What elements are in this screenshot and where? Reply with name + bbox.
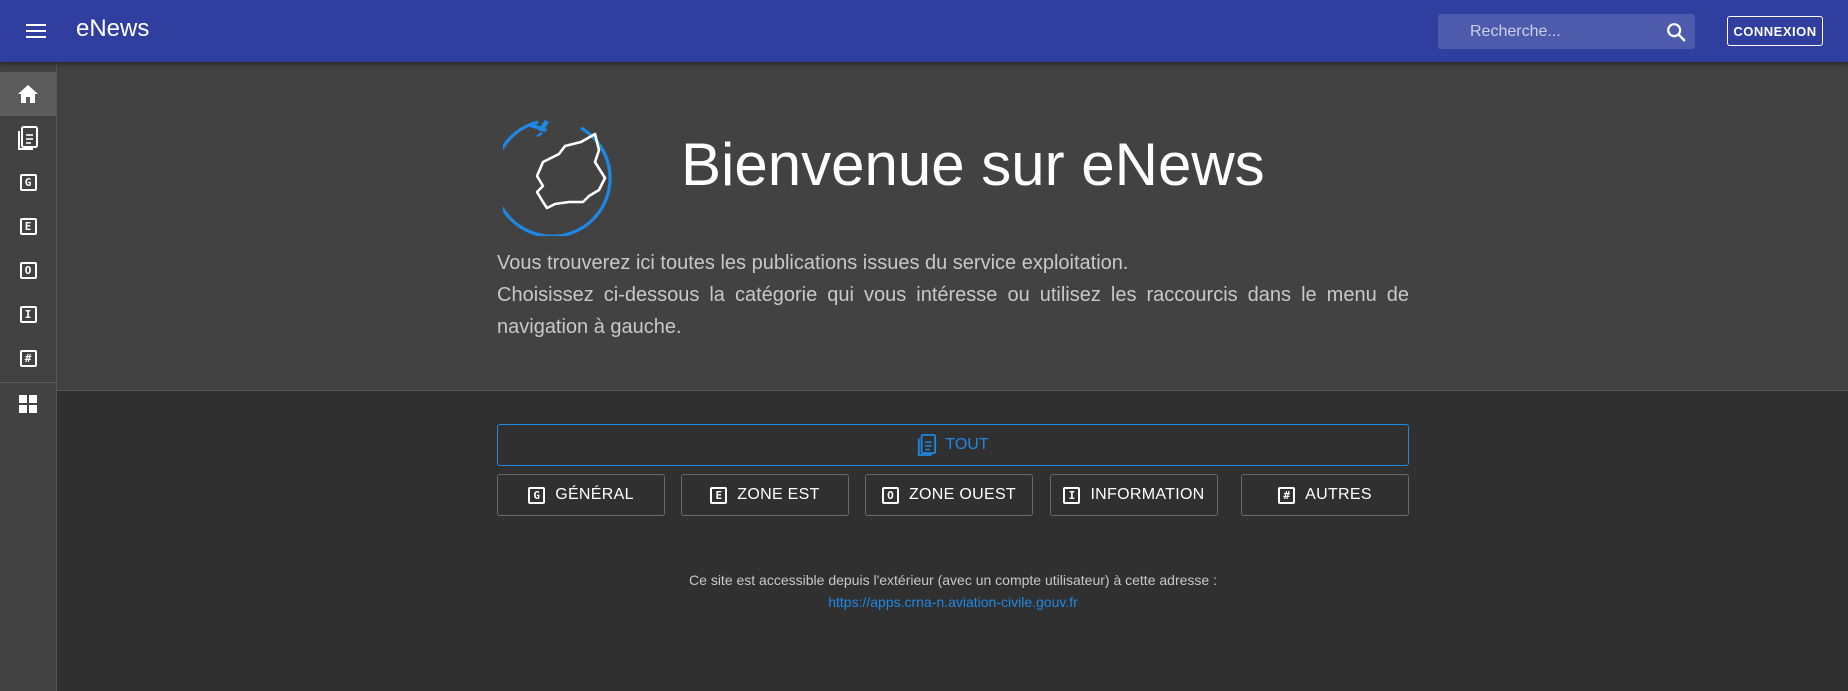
letter-o-icon: O — [881, 486, 899, 504]
menu-button[interactable] — [18, 14, 54, 48]
external-access-link[interactable]: https://apps.crna-n.aviation-civile.gouv… — [497, 594, 1409, 610]
intro-text: Vous trouverez ici toutes les publicatio… — [497, 247, 1409, 343]
hash-icon: # — [19, 349, 37, 367]
sidebar-item-dashboard[interactable] — [0, 382, 56, 426]
category-button-zone-ouest[interactable]: O ZONE OUEST — [865, 474, 1033, 516]
category-label: INFORMATION — [1090, 486, 1205, 503]
all-category-button[interactable]: TOUT — [497, 424, 1409, 466]
enews-logo-icon — [503, 120, 612, 236]
letter-i-icon: I — [1063, 486, 1081, 504]
sidebar-item-home[interactable] — [0, 72, 56, 116]
category-button-autres[interactable]: # AUTRES — [1241, 474, 1409, 516]
sidebar-item-zone-ouest[interactable]: O — [0, 248, 56, 292]
category-button-general[interactable]: G GÉNÉRAL — [497, 474, 665, 516]
sidebar-item-general[interactable]: G — [0, 160, 56, 204]
all-category-label: TOUT — [945, 436, 989, 453]
login-button[interactable]: CONNEXION — [1727, 16, 1823, 46]
sidebar-item-zone-est[interactable]: E — [0, 204, 56, 248]
letter-g-icon: G — [528, 486, 546, 504]
category-button-zone-est[interactable]: E ZONE EST — [681, 474, 849, 516]
search-icon[interactable] — [1665, 21, 1687, 43]
category-label: AUTRES — [1305, 486, 1372, 503]
category-label: ZONE OUEST — [908, 486, 1016, 503]
dashboard-icon — [19, 395, 37, 413]
external-access-text: Ce site est accessible depuis l'extérieu… — [689, 572, 1217, 588]
category-label: ZONE EST — [737, 486, 820, 503]
letter-e-icon: E — [710, 486, 728, 504]
intro-line-1: Vous trouverez ici toutes les publicatio… — [497, 252, 1129, 274]
letter-g-icon: G — [19, 173, 37, 191]
hamburger-menu-icon — [26, 24, 46, 38]
top-app-bar: eNews CONNEXION — [0, 0, 1848, 62]
category-button-information[interactable]: I INFORMATION — [1050, 474, 1218, 516]
letter-o-icon: O — [19, 261, 37, 279]
documents-icon — [18, 126, 38, 150]
app-title[interactable]: eNews — [76, 15, 149, 43]
sidebar-item-autres[interactable]: # — [0, 336, 56, 380]
sidebar-item-all[interactable] — [0, 116, 56, 160]
sidebar-item-information[interactable]: I — [0, 292, 56, 336]
home-icon — [18, 85, 38, 103]
sidebar-nav: G E O I # — [0, 62, 57, 691]
letter-i-icon: I — [19, 305, 37, 323]
category-label: GÉNÉRAL — [555, 486, 634, 503]
intro-line-2: Choisissez ci-dessous la catégorie qui v… — [497, 284, 1409, 338]
letter-e-icon: E — [19, 217, 37, 235]
hash-icon: # — [1278, 486, 1296, 504]
documents-icon — [918, 434, 937, 456]
search-input[interactable] — [1438, 14, 1658, 49]
page-title: Bienvenue sur eNews — [681, 131, 1265, 198]
search-box — [1438, 14, 1695, 49]
hero-section: Bienvenue sur eNews Vous trouverez ici t… — [57, 62, 1848, 391]
